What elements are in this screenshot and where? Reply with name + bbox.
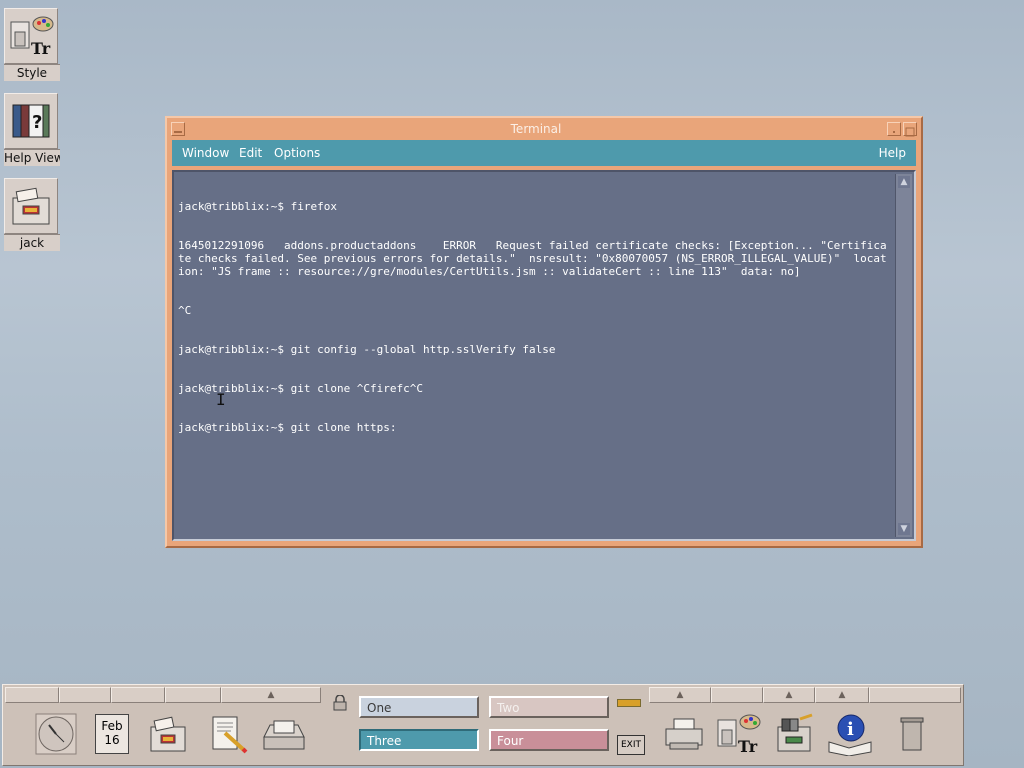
printer-icon[interactable] [659, 707, 709, 761]
terminal-line: 1645012291096 addons.productaddons ERROR… [178, 239, 887, 278]
svg-text:Tr: Tr [738, 737, 758, 756]
style-manager-panel-icon[interactable]: Tr [713, 707, 763, 761]
style-manager-icon: Tr [4, 8, 58, 64]
front-panel: ▲ ▲ ▲ ▲ Feb 16 One Two Three Four EXIT T… [2, 684, 964, 766]
workspace-button-two[interactable]: Two [489, 696, 609, 718]
vertical-scrollbar[interactable]: ▲ ▼ [895, 174, 912, 537]
terminal-window[interactable]: Terminal Window Edit Options Help jack@t… [165, 116, 923, 548]
desktop-icon-label: Help View [4, 149, 60, 166]
terminal-output[interactable]: jack@tribblix:~$ firefox 1645012291096 a… [178, 174, 892, 537]
scroll-down-arrow-icon[interactable]: ▼ [898, 523, 910, 535]
subpanel-tab[interactable] [111, 687, 165, 703]
svg-text:Tr: Tr [31, 39, 51, 58]
file-manager-icon[interactable] [143, 707, 193, 761]
subpanel-arrow-icon[interactable]: ▲ [763, 687, 815, 703]
desktop-icon-label: jack [4, 234, 60, 251]
desktop-icon-label: Style [4, 64, 60, 81]
trash-icon[interactable] [887, 707, 937, 761]
text-editor-icon[interactable] [203, 707, 253, 761]
exit-button[interactable]: EXIT [617, 735, 645, 755]
window-menu-button[interactable] [171, 122, 185, 136]
calendar-month: Feb [101, 719, 123, 733]
busy-light-icon [617, 699, 641, 707]
home-folder-icon [4, 178, 58, 234]
desktop-icon-jack[interactable]: jack [4, 178, 60, 251]
mailer-icon[interactable] [259, 707, 309, 761]
subpanel-tab[interactable] [165, 687, 221, 703]
terminal-line: jack@tribblix:~$ git clone ^Cfirefc^C [178, 382, 424, 395]
subpanel-arrow-icon[interactable]: ▲ [221, 687, 321, 703]
calendar-icon[interactable]: Feb 16 [87, 707, 137, 761]
maximize-button[interactable] [903, 122, 917, 137]
terminal-line: ^C [178, 304, 192, 317]
scroll-up-arrow-icon[interactable]: ▲ [898, 176, 910, 188]
workspace-button-one[interactable]: One [359, 696, 479, 718]
menu-bar: Window Edit Options Help [172, 140, 916, 166]
ibeam-cursor-icon: I [216, 390, 226, 409]
window-title[interactable]: Terminal [187, 120, 885, 138]
subpanel-tab[interactable] [5, 687, 59, 703]
terminal-line: jack@tribblix:~$ git config --global htt… [178, 343, 556, 356]
subpanel-tab[interactable] [59, 687, 111, 703]
svg-text:?: ? [32, 112, 42, 133]
terminal-area[interactable]: jack@tribblix:~$ firefox 1645012291096 a… [172, 170, 916, 541]
workspace-button-three[interactable]: Three [359, 729, 479, 751]
subpanel-tab[interactable] [869, 687, 961, 703]
desktop-icon-help-view[interactable]: ? Help View [4, 93, 60, 166]
subpanel-tab[interactable] [711, 687, 763, 703]
clock-icon[interactable] [31, 707, 81, 761]
workspace-button-four[interactable]: Four [489, 729, 609, 751]
menu-options[interactable]: Options [274, 146, 320, 160]
svg-text:i: i [847, 719, 854, 740]
calendar-day: 16 [104, 733, 120, 747]
terminal-line: jack@tribblix:~$ firefox [178, 200, 337, 213]
desktop-icon-style[interactable]: Tr Style [4, 8, 60, 81]
minimize-button[interactable] [887, 122, 901, 136]
app-manager-icon[interactable] [769, 707, 819, 761]
help-manager-icon[interactable]: i [825, 707, 875, 761]
subpanel-arrow-icon[interactable]: ▲ [649, 687, 711, 703]
menu-help[interactable]: Help [879, 146, 906, 160]
terminal-line: jack@tribblix:~$ git clone https: [178, 421, 397, 434]
lock-icon[interactable] [329, 693, 351, 713]
subpanel-arrow-icon[interactable]: ▲ [815, 687, 869, 703]
menu-edit[interactable]: Edit [239, 146, 262, 160]
menu-window[interactable]: Window [182, 146, 229, 160]
help-viewer-icon: ? [4, 93, 58, 149]
